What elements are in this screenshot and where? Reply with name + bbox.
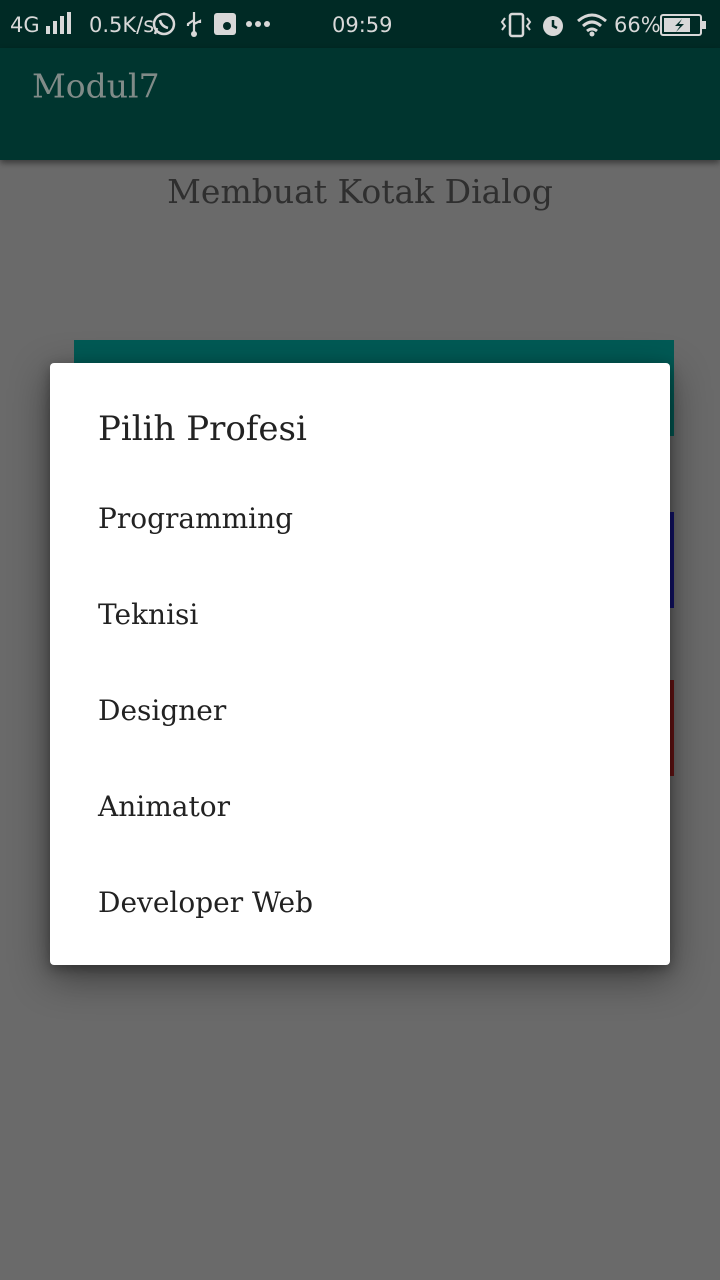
dialog-title: Pilih Profesi <box>98 409 307 449</box>
more-icon <box>246 21 270 27</box>
signal-icon <box>46 12 71 34</box>
battery-icon <box>660 14 706 36</box>
whatsapp-icon <box>152 12 176 36</box>
network-type: 4G <box>10 13 40 37</box>
dialog-item-programming[interactable]: Programming <box>50 471 670 567</box>
usb-icon <box>186 12 202 37</box>
battery-percent: 66% <box>614 13 661 37</box>
page-heading: Membuat Kotak Dialog <box>167 172 553 211</box>
clock: 09:59 <box>332 13 393 37</box>
profession-dialog: Pilih Profesi Programming Teknisi Design… <box>50 363 670 965</box>
wifi-icon <box>577 13 607 37</box>
status-bar: 4G 0.5K/s 09:59 66% <box>0 0 720 48</box>
dialog-item-designer[interactable]: Designer <box>50 663 670 759</box>
notification-icon <box>214 13 236 35</box>
network-speed: 0.5K/s <box>89 13 155 37</box>
dialog-item-teknisi[interactable]: Teknisi <box>50 567 670 663</box>
dialog-item-animator[interactable]: Animator <box>50 759 670 855</box>
dialog-item-developer-web[interactable]: Developer Web <box>50 855 670 951</box>
vibrate-icon <box>500 12 532 38</box>
alarm-icon <box>543 16 563 36</box>
app-title: Modul7 <box>32 66 160 106</box>
dialog-list: Programming Teknisi Designer Animator De… <box>50 471 670 951</box>
